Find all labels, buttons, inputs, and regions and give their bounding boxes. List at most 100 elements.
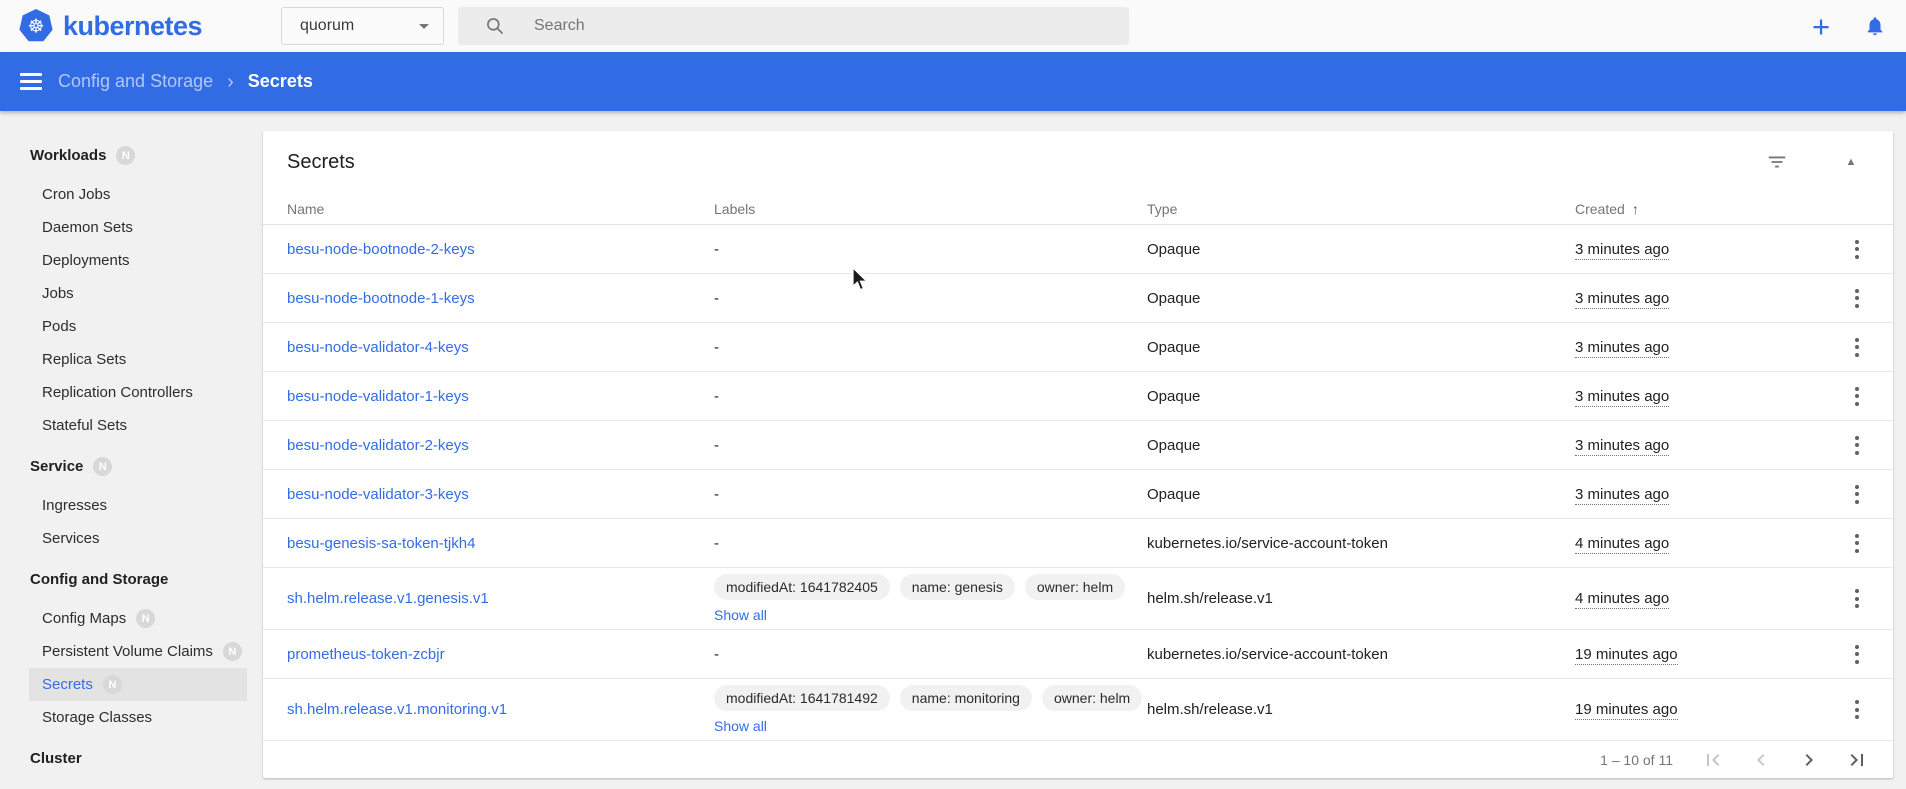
card-header: Secrets ▲ <box>263 131 1893 193</box>
kebab-menu-icon <box>1855 700 1859 704</box>
column-header-name[interactable]: Name <box>287 201 714 217</box>
sidebar-item-label: Deployments <box>42 252 130 269</box>
secret-name-link[interactable]: sh.helm.release.v1.monitoring.v1 <box>287 701 507 718</box>
sidebar-section-workloads[interactable]: WorkloadsN <box>0 139 263 172</box>
created-time: 4 minutes ago <box>1575 535 1669 554</box>
labels-cell: - <box>714 437 1147 454</box>
breadcrumb-parent[interactable]: Config and Storage <box>58 71 213 92</box>
row-menu-button[interactable] <box>1845 280 1869 316</box>
caret-up-icon: ▲ <box>1846 156 1857 168</box>
new-badge: N <box>103 675 122 694</box>
sidebar-item-pods[interactable]: Pods <box>29 310 247 343</box>
breadcrumb-bar: Config and Storage › Secrets <box>0 52 1906 111</box>
labels-empty: - <box>714 486 719 503</box>
chevron-down-icon <box>419 24 429 29</box>
sidebar-item-cron-jobs[interactable]: Cron Jobs <box>29 178 247 211</box>
sidebar-item-storage-classes[interactable]: Storage Classes <box>29 701 247 734</box>
secret-name-link[interactable]: besu-node-validator-3-keys <box>287 486 469 503</box>
sidebar-section-label: Config and Storage <box>30 571 168 588</box>
secret-name-link[interactable]: besu-genesis-sa-token-tjkh4 <box>287 535 475 552</box>
secret-type: Opaque <box>1147 486 1575 503</box>
sidebar-item-label: Replication Controllers <box>42 384 193 401</box>
row-menu-button[interactable] <box>1845 581 1869 617</box>
secret-name-link[interactable]: besu-node-validator-4-keys <box>287 339 469 356</box>
labels-empty: - <box>714 290 719 307</box>
kebab-menu-icon <box>1855 436 1859 440</box>
sidebar-item-persistent-volume-claims[interactable]: Persistent Volume ClaimsN <box>29 635 247 668</box>
label-chip: owner: helm <box>1025 574 1125 600</box>
table-row: sh.helm.release.v1.monitoring.v1 modified… <box>263 679 1893 741</box>
secret-type: helm.sh/release.v1 <box>1147 590 1575 607</box>
namespace-selector[interactable]: quorum <box>281 7 444 45</box>
sidebar-item-replica-sets[interactable]: Replica Sets <box>29 343 247 376</box>
secret-name-link[interactable]: besu-node-bootnode-1-keys <box>287 290 475 307</box>
row-menu-button[interactable] <box>1845 231 1869 267</box>
first-page-button[interactable] <box>1689 742 1737 778</box>
sidebar-section-config-and-storage[interactable]: Config and Storage <box>0 563 263 596</box>
sidebar-item-label: Persistent Volume Claims <box>42 643 213 660</box>
label-chip: owner: helm <box>1042 685 1142 711</box>
labels-cell: - <box>714 241 1147 258</box>
create-resource-button[interactable]: + <box>1809 8 1833 44</box>
kebab-menu-icon <box>1855 589 1859 593</box>
search-bar[interactable] <box>458 7 1129 45</box>
labels-empty: - <box>714 388 719 405</box>
row-menu-button[interactable] <box>1845 427 1869 463</box>
row-menu-button[interactable] <box>1845 378 1869 414</box>
sidebar-item-stateful-sets[interactable]: Stateful Sets <box>29 409 247 442</box>
row-menu-button[interactable] <box>1845 329 1869 365</box>
row-menu-button[interactable] <box>1845 692 1869 728</box>
secret-type: Opaque <box>1147 339 1575 356</box>
kebab-menu-icon <box>1855 534 1859 538</box>
previous-page-button[interactable] <box>1737 742 1785 778</box>
last-page-icon <box>1845 748 1869 772</box>
kebab-menu-icon <box>1855 387 1859 391</box>
sidebar-item-cluster-role-bindings[interactable]: Cluster Role Bindings <box>29 781 247 789</box>
search-input[interactable] <box>534 17 1129 35</box>
row-menu-button[interactable] <box>1845 525 1869 561</box>
column-header-created[interactable]: Created ↑ <box>1575 201 1845 217</box>
next-page-button[interactable] <box>1785 742 1833 778</box>
bell-icon <box>1864 15 1886 37</box>
label-chips: modifiedAt: 1641782405name: genesisowner… <box>714 574 1147 600</box>
last-page-button[interactable] <box>1833 742 1881 778</box>
chevron-right-icon: › <box>227 73 234 91</box>
secret-type: kubernetes.io/service-account-token <box>1147 646 1575 663</box>
table-row: sh.helm.release.v1.genesis.v1 modifiedAt:… <box>263 568 1893 630</box>
sidebar-item-jobs[interactable]: Jobs <box>29 277 247 310</box>
filter-button[interactable] <box>1765 150 1789 174</box>
sidebar-item-ingresses[interactable]: Ingresses <box>29 489 247 522</box>
sidebar-item-services[interactable]: Services <box>29 522 247 555</box>
sidebar-section-service[interactable]: ServiceN <box>0 450 263 483</box>
sidebar-item-config-maps[interactable]: Config MapsN <box>29 602 247 635</box>
search-icon <box>485 16 505 36</box>
secret-name-link[interactable]: besu-node-validator-1-keys <box>287 388 469 405</box>
created-time: 19 minutes ago <box>1575 701 1678 720</box>
row-menu-button[interactable] <box>1845 476 1869 512</box>
secret-name-link[interactable]: sh.helm.release.v1.genesis.v1 <box>287 590 489 607</box>
card-title: Secrets <box>287 151 355 174</box>
sidebar-item-deployments[interactable]: Deployments <box>29 244 247 277</box>
menu-button[interactable] <box>20 73 44 90</box>
sidebar-item-replication-controllers[interactable]: Replication Controllers <box>29 376 247 409</box>
secret-name-link[interactable]: prometheus-token-zcbjr <box>287 646 445 663</box>
content-area: Secrets ▲ Name Labels Type <box>263 111 1906 789</box>
labels-cell: modifiedAt: 1641781492name: monitoringow… <box>714 685 1147 735</box>
brand[interactable]: ☸ kubernetes <box>18 0 202 52</box>
collapse-card-button[interactable]: ▲ <box>1839 150 1863 174</box>
secret-name-link[interactable]: besu-node-validator-2-keys <box>287 437 469 454</box>
next-page-icon <box>1797 748 1821 772</box>
sidebar-item-label: Replica Sets <box>42 351 126 368</box>
kebab-menu-icon <box>1855 485 1859 489</box>
show-all-link[interactable]: Show all <box>714 607 767 623</box>
sidebar-item-daemon-sets[interactable]: Daemon Sets <box>29 211 247 244</box>
row-menu-button[interactable] <box>1845 636 1869 672</box>
secret-name-link[interactable]: besu-node-bootnode-2-keys <box>287 241 475 258</box>
sidebar-item-secrets[interactable]: SecretsN <box>29 668 247 701</box>
notifications-button[interactable] <box>1863 8 1887 44</box>
show-all-link[interactable]: Show all <box>714 718 767 734</box>
table-row: besu-node-bootnode-1-keys-Opaque3 minute… <box>263 274 1893 323</box>
labels-cell: - <box>714 535 1147 552</box>
sidebar-section-label: Cluster <box>30 750 82 767</box>
sidebar-section-cluster[interactable]: Cluster <box>0 742 263 775</box>
